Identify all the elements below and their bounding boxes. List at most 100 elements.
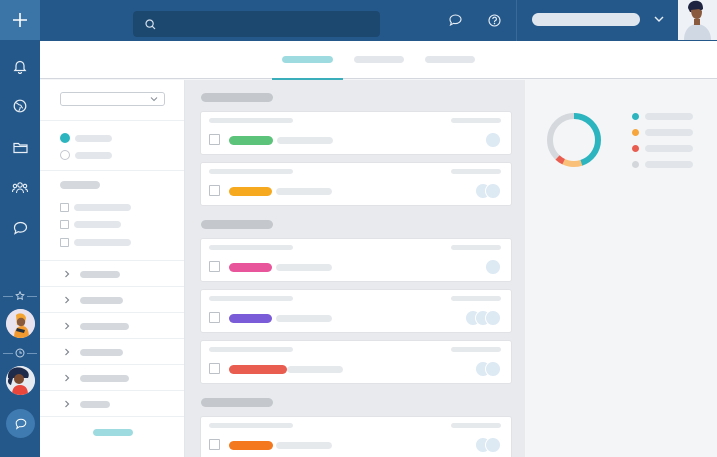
radio-label (75, 151, 112, 159)
assignee-avatars (485, 132, 501, 148)
task-date-placeholder (451, 118, 501, 123)
filter-panel (40, 80, 185, 457)
chat-bubble-icon (15, 418, 26, 430)
task-checkbox[interactable] (209, 312, 220, 323)
tab-3[interactable] (415, 41, 485, 79)
task-meta-placeholder (209, 423, 293, 428)
task-card[interactable] (201, 239, 511, 281)
legend-dot (632, 144, 639, 152)
chevron-right-icon (65, 400, 70, 408)
radio-button[interactable] (60, 150, 70, 160)
task-checkbox[interactable] (209, 363, 220, 374)
task-card[interactable] (201, 417, 511, 457)
checkbox[interactable] (60, 237, 69, 247)
expandable-filter-3[interactable] (62, 320, 129, 332)
checkbox[interactable] (60, 219, 69, 229)
task-checkbox[interactable] (209, 134, 220, 145)
top-header (40, 0, 717, 41)
assignee-avatar[interactable] (485, 361, 501, 377)
section-divider (40, 170, 184, 171)
task-list (185, 80, 525, 457)
help-button[interactable] (485, 11, 503, 29)
task-card[interactable] (201, 112, 511, 154)
task-checkbox[interactable] (209, 261, 220, 272)
search-input[interactable] (156, 18, 380, 30)
expandable-filter-2[interactable] (62, 294, 123, 306)
add-button[interactable] (0, 0, 40, 40)
expandable-filter-4[interactable] (62, 346, 123, 358)
expandable-filter-6[interactable] (62, 398, 110, 410)
checkbox-option-3[interactable] (60, 236, 131, 248)
chevron-right-icon (65, 270, 70, 278)
assignee-avatar[interactable] (485, 183, 501, 199)
explore-button[interactable] (10, 96, 30, 116)
task-tag (229, 365, 287, 374)
recent-avatar-1[interactable] (6, 366, 35, 395)
status-donut-chart (547, 113, 601, 167)
header-divider (516, 0, 517, 41)
task-card[interactable] (201, 163, 511, 205)
section-divider (40, 364, 184, 365)
chevron-down-icon[interactable] (652, 12, 666, 26)
expandable-filter-5[interactable] (62, 372, 129, 384)
folder-icon (12, 142, 28, 153)
bell-icon (13, 60, 27, 74)
task-meta-placeholder (209, 347, 293, 352)
clear-filters-link[interactable] (93, 429, 133, 436)
assignee-avatar[interactable] (485, 310, 501, 326)
search-box[interactable] (133, 11, 380, 37)
conversations-button[interactable] (10, 218, 30, 238)
projects-button[interactable] (10, 137, 30, 157)
legend-label (645, 128, 693, 136)
notifications-button[interactable] (10, 56, 30, 76)
task-date-placeholder (451, 347, 501, 352)
user-avatar[interactable] (678, 0, 717, 40)
chevron-right-icon (65, 296, 70, 304)
task-date-placeholder (451, 423, 501, 428)
section-divider (40, 120, 184, 121)
assignee-avatars (485, 259, 501, 275)
assignee-avatar[interactable] (485, 437, 501, 453)
chevron-right-icon (65, 348, 70, 356)
tab-1[interactable] (272, 41, 343, 80)
messages-button[interactable] (446, 11, 464, 29)
expandable-filter-1[interactable] (62, 268, 120, 280)
radio-option-2[interactable] (60, 149, 112, 161)
favorite-avatar-1[interactable] (6, 309, 35, 338)
filter-dropdown[interactable] (60, 92, 165, 106)
assignee-avatars (475, 183, 501, 199)
pin-icon (15, 291, 25, 301)
task-tag (229, 136, 273, 145)
tab-2[interactable] (344, 41, 414, 79)
team-icon (12, 181, 28, 193)
task-tag (229, 314, 272, 323)
section-divider (40, 286, 184, 287)
chat-launcher-button[interactable] (6, 409, 35, 438)
avatar-image (678, 0, 717, 40)
task-date-placeholder (451, 169, 501, 174)
checkbox-option-1[interactable] (60, 201, 131, 213)
message-icon (448, 14, 462, 26)
task-checkbox[interactable] (209, 439, 220, 450)
radio-option-1[interactable] (60, 132, 112, 144)
assignee-avatars (465, 310, 501, 326)
assignee-avatar[interactable] (485, 132, 501, 148)
chevron-right-icon (65, 322, 70, 330)
task-tag (229, 263, 272, 272)
checkbox[interactable] (60, 202, 69, 212)
radio-button[interactable] (60, 133, 70, 143)
checkbox-option-2[interactable] (60, 218, 121, 230)
task-card[interactable] (201, 341, 511, 383)
assignee-avatars (475, 361, 501, 377)
user-name-placeholder[interactable] (532, 13, 640, 26)
task-checkbox[interactable] (209, 185, 220, 196)
task-card[interactable] (201, 290, 511, 332)
view-tabs (40, 41, 717, 80)
assignee-avatar[interactable] (485, 259, 501, 275)
task-title-placeholder (276, 315, 332, 322)
teams-button[interactable] (10, 177, 30, 197)
chat-icon (13, 221, 27, 235)
favorites-divider (0, 291, 40, 301)
legend-dot (632, 160, 639, 168)
task-title-placeholder (276, 442, 332, 449)
